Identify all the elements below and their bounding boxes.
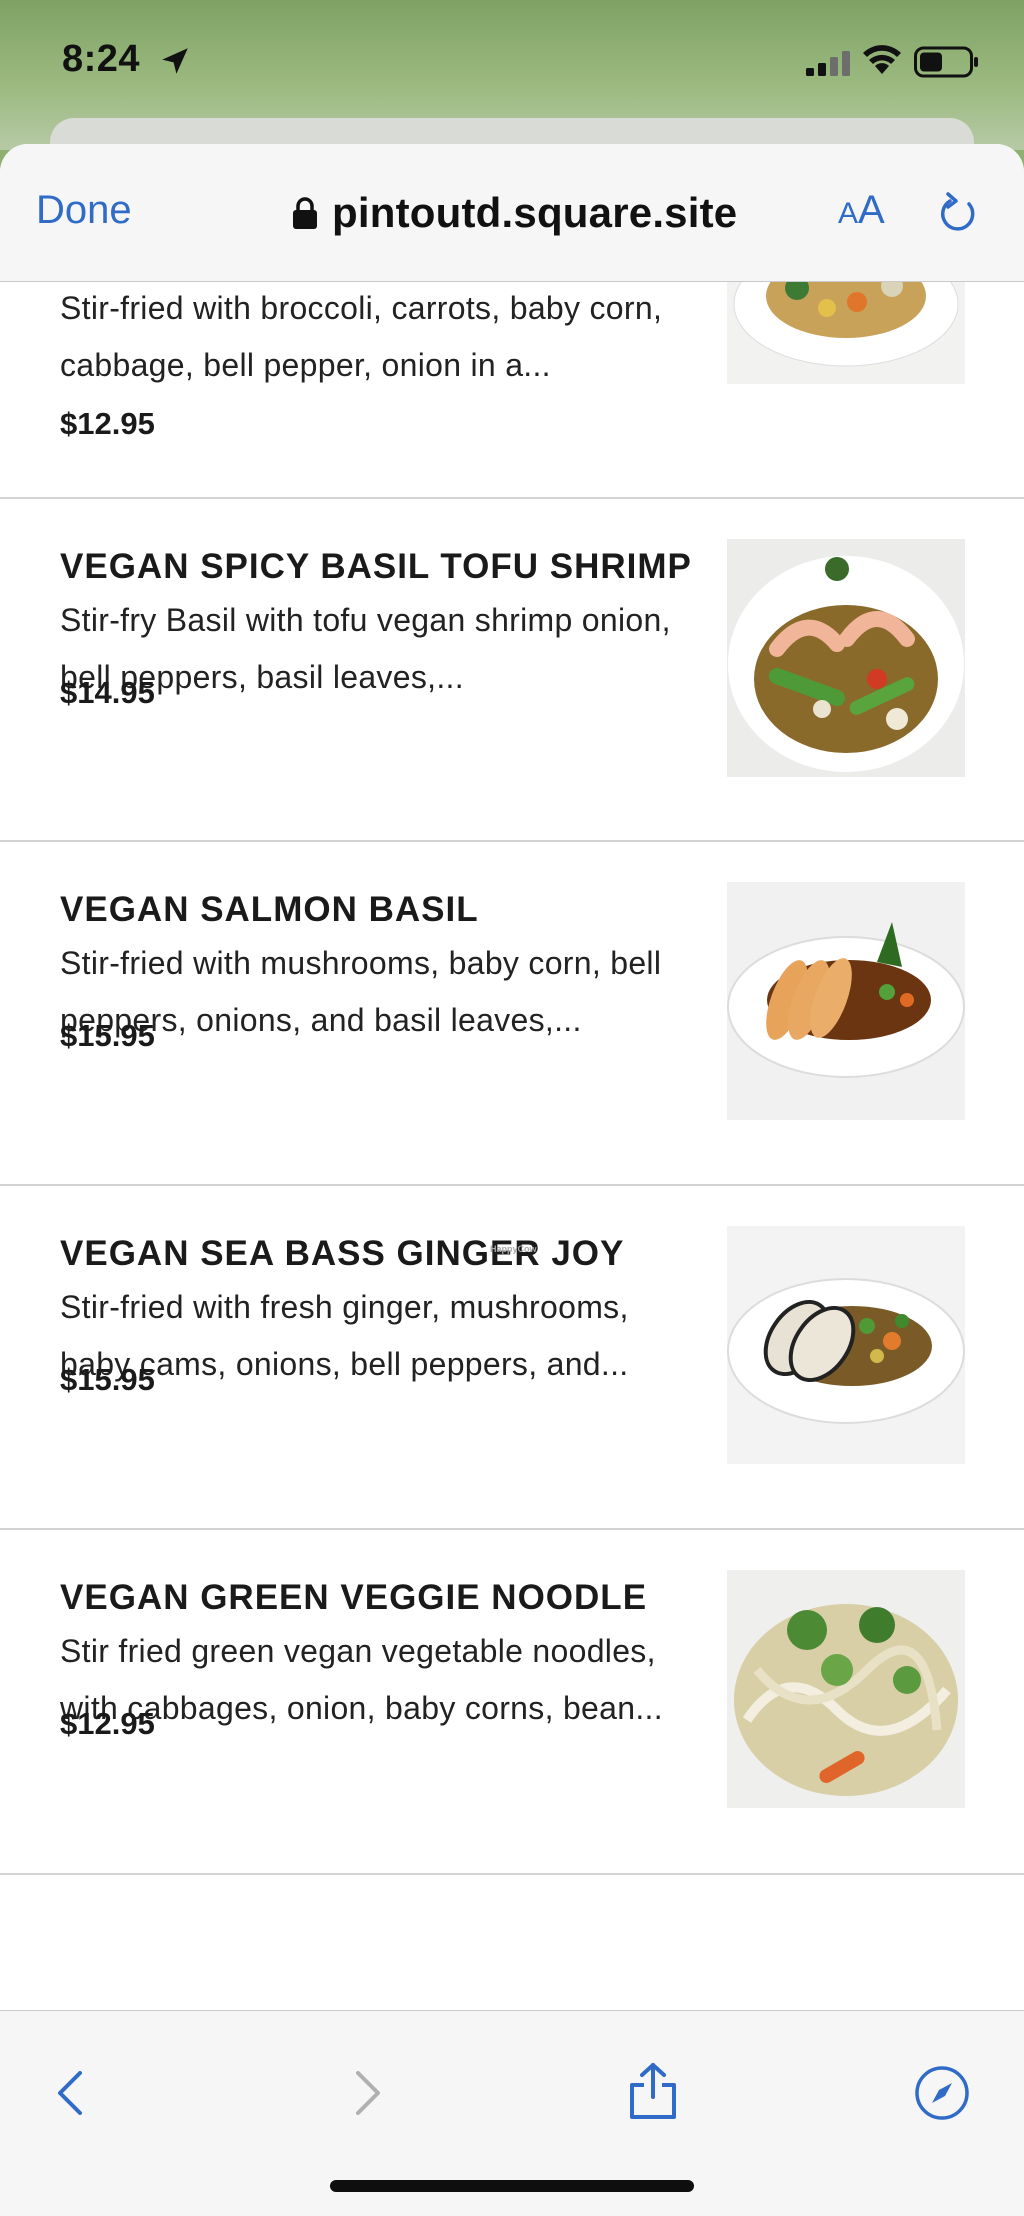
reload-icon[interactable] — [936, 190, 980, 236]
item-description: Stir fried green vegan vegetable noodles… — [60, 1633, 663, 1726]
status-bar: 8:24 — [0, 0, 1024, 120]
battery-icon — [914, 46, 978, 78]
menu-item[interactable]: VEGAN SPICY BASIL TOFU SHRIMP Stir-fry B… — [0, 499, 1024, 842]
text-size-button[interactable]: AA — [838, 188, 885, 233]
compass-icon[interactable] — [914, 2065, 970, 2121]
dish-photo — [727, 882, 965, 1120]
dish-photo — [727, 274, 965, 384]
item-price: $14.95 — [60, 675, 155, 710]
menu-item[interactable]: VEGAN GREEN VEGGIE NOODLE Stir fried gre… — [0, 1530, 1024, 1875]
menu-item[interactable]: VEGAN SEA BASS GINGER JOY Stir-fried wit… — [0, 1186, 1024, 1530]
item-title: VEGAN SEA BASS GINGER JOY — [60, 1234, 625, 1273]
status-time: 8:24 — [62, 38, 141, 80]
item-description: Stir-fried with broccoli, carrots, baby … — [60, 290, 663, 383]
item-price: $15.95 — [60, 1018, 155, 1053]
chevron-left-icon[interactable] — [46, 2065, 98, 2121]
item-description: Stir-fry Basil with tofu vegan shrimp on… — [60, 602, 671, 695]
item-price: $12.95 — [60, 406, 155, 441]
browser-sheet: Done pintoutd.square.site AA Stir-fried … — [0, 144, 1024, 2216]
done-button[interactable]: Done — [36, 188, 132, 233]
watermark: HappyCow — [490, 1244, 537, 1254]
item-price: $15.95 — [60, 1362, 155, 1397]
cellular-signal-icon — [806, 51, 850, 76]
item-price: $12.95 — [60, 1706, 155, 1741]
chevron-right-icon[interactable] — [340, 2065, 392, 2121]
lock-icon — [293, 197, 317, 229]
url-text: pintoutd.square.site — [332, 189, 738, 236]
home-indicator — [330, 2180, 694, 2192]
dish-photo — [727, 539, 965, 777]
share-icon[interactable] — [626, 2061, 680, 2121]
item-description: Stir-fried with fresh ginger, mushrooms,… — [60, 1289, 629, 1382]
location-arrow-icon — [162, 48, 188, 74]
text-size-small-glyph: A — [838, 197, 859, 230]
dish-photo — [727, 1570, 965, 1808]
item-description: Stir-fried with mushrooms, baby corn, be… — [60, 945, 662, 1038]
menu-item[interactable]: VEGAN SALMON BASIL Stir-fried with mushr… — [0, 842, 1024, 1186]
address-bar[interactable]: pintoutd.square.site — [292, 188, 737, 238]
browser-header: Done pintoutd.square.site AA — [0, 144, 1024, 282]
item-title: VEGAN SPICY BASIL TOFU SHRIMP — [60, 547, 692, 586]
dish-photo — [727, 1226, 965, 1464]
item-title: VEGAN GREEN VEGGIE NOODLE — [60, 1578, 648, 1617]
wifi-icon — [863, 45, 901, 74]
item-title: VEGAN SALMON BASIL — [60, 890, 479, 929]
text-size-large-glyph: A — [858, 188, 885, 232]
